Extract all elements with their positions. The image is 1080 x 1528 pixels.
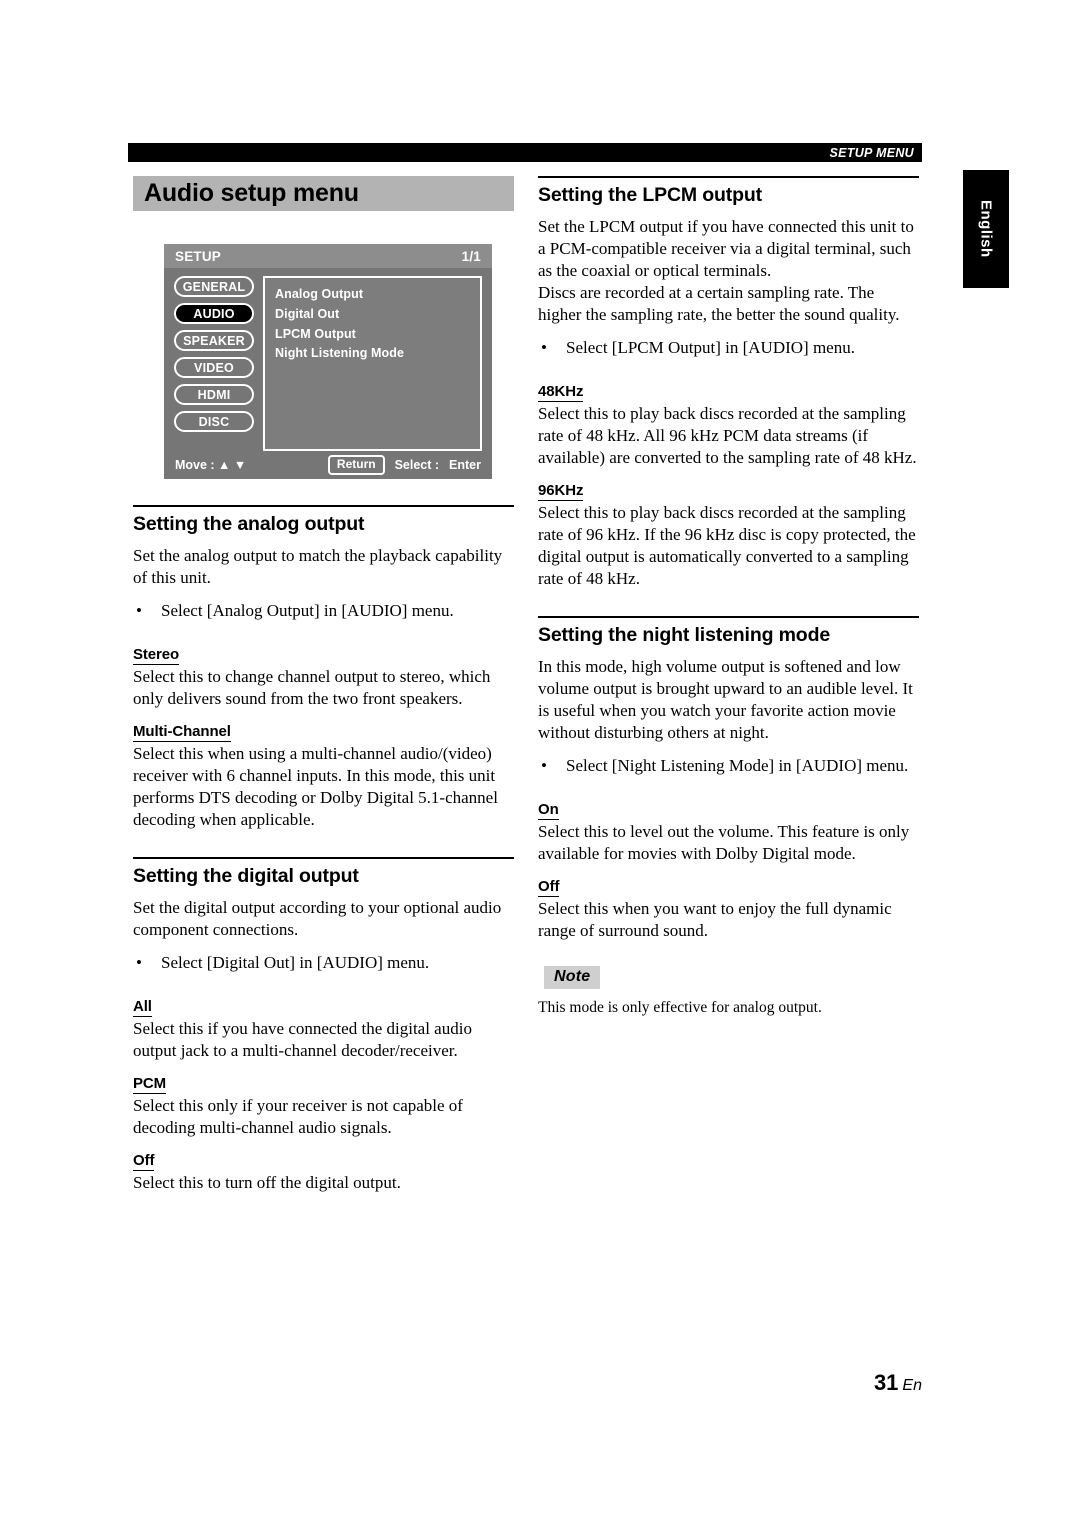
osd-return-key: Return [327,455,385,475]
bullet-dot-icon: • [136,952,142,972]
osd-nav-hdmi: HDMI [174,384,254,405]
option-term-pcm: PCM [133,1074,167,1094]
language-tab-label: English [977,200,995,258]
section-rule [133,856,514,859]
osd-title-label: SETUP [175,248,222,264]
option-pcm: PCM Select this only if your receiver is… [133,1062,514,1139]
osd-screenshot-figure: SETUP 1/1 GENERAL AUDIO SPEAKER VIDEO HD… [164,244,492,479]
heading-lpcm-output: Setting the LPCM output [538,184,763,206]
night-bullet: • Select [Night Listening Mode] in [AUDI… [538,755,919,777]
option-on: On Select this to level out the volume. … [538,788,919,865]
page-folio: 31 En [874,1370,922,1396]
osd-move-hint: Move : ▲ ▼ [175,458,247,472]
chapter-title-band: Audio setup menu [133,176,514,211]
section-digital-output: Setting the digital output Set the digit… [133,856,514,1194]
osd-select-hint: Select : [394,458,440,472]
digital-intro-text: Set the digital output according to your… [133,897,502,939]
note-text: This mode is only effective for analog o… [538,998,822,1016]
running-head-bar: SETUP MENU [128,143,922,162]
osd-menu-item-lpcm-output: LPCM Output [275,326,356,341]
osd-screen: SETUP 1/1 GENERAL AUDIO SPEAKER VIDEO HD… [164,244,492,479]
option-term-96khz: 96KHz [538,481,584,501]
bullet-dot-icon: • [541,337,547,357]
option-off-night: Off Select this when you want to enjoy t… [538,865,919,942]
option-text-pcm: Select this only if your receiver is not… [133,1095,463,1137]
osd-category-nav: GENERAL AUDIO SPEAKER VIDEO HDMI DISC [174,276,254,451]
osd-title-bar: SETUP 1/1 [164,244,492,268]
lpcm-bullet-text: Select [LPCM Output] in [AUDIO] menu. [566,337,855,357]
osd-footer-bar: Move : ▲ ▼ Return Select : Enter [164,451,492,479]
page-title: Audio setup menu [144,179,359,207]
option-off-digital: Off Select this to turn off the digital … [133,1139,514,1194]
option-48khz: 48KHz Select this to play back discs rec… [538,370,919,469]
osd-nav-video: VIDEO [174,357,254,378]
bullet-dot-icon: • [136,600,142,620]
digital-bullet-text: Select [Digital Out] in [AUDIO] menu. [161,952,430,972]
lpcm-intro-text-2: Discs are recorded at a certain sampling… [538,282,900,324]
section-rule [538,176,919,178]
bullet-dot-icon: • [541,755,547,775]
option-text-all: Select this if you have connected the di… [133,1018,472,1060]
heading-analog-output: Setting the analog output [133,513,365,535]
folio-number: 31 [873,1370,899,1395]
option-term-off-night: Off [538,877,560,897]
heading-digital-output: Setting the digital output [133,864,359,887]
language-tab: English [963,170,1009,288]
option-term-multi-channel: Multi-Channel [133,722,231,742]
osd-menu-panel: Analog Output Digital Out LPCM Output Ni… [263,276,482,451]
option-text-on: Select this to level out the volume. Thi… [538,821,910,863]
option-text-off-digital: Select this to turn off the digital outp… [133,1172,401,1192]
night-intro-text: In this mode, high volume output is soft… [538,656,913,742]
option-term-48khz: 48KHz [538,382,584,402]
osd-menu-item-analog-output: Analog Output [275,287,364,301]
digital-bullet: • Select [Digital Out] in [AUDIO] menu. [133,952,514,974]
osd-menu-item-night-listening-mode: Night Listening Mode [275,346,405,361]
option-term-stereo: Stereo [133,645,180,665]
option-text-96khz: Select this to play back discs recorded … [538,502,916,588]
osd-body: GENERAL AUDIO SPEAKER VIDEO HDMI DISC An… [164,268,492,451]
section-rule [133,505,514,507]
analog-intro-text: Set the analog output to match the playb… [133,545,503,587]
running-head-label: SETUP MENU [829,145,914,160]
lpcm-bullet: • Select [LPCM Output] in [AUDIO] menu. [538,337,919,359]
section-lpcm-output: Setting the LPCM output Set the LPCM out… [538,176,919,590]
folio-language: En [902,1377,922,1394]
left-column: Audio setup menu SETUP 1/1 GENERAL AUDIO… [133,176,514,1194]
analog-bullet: • Select [Analog Output] in [AUDIO] menu… [133,600,514,622]
option-text-multi-channel: Select this when using a multi-channel a… [133,743,498,829]
option-text-48khz: Select this to play back discs recorded … [538,403,917,467]
option-term-on: On [538,800,559,820]
option-term-off-digital: Off [133,1151,155,1171]
osd-nav-speaker: SPEAKER [174,330,254,351]
lpcm-intro-text: Set the LPCM output if you have connecte… [538,216,914,280]
osd-nav-general: GENERAL [174,276,254,297]
option-text-stereo: Select this to change channel output to … [133,666,491,708]
osd-menu-item-digital-out: Digital Out [275,306,340,321]
osd-page-indicator: 1/1 [461,248,481,264]
osd-enter-hint: Enter [449,458,481,472]
option-all: All Select this if you have connected th… [133,985,514,1062]
night-bullet-text: Select [Night Listening Mode] in [AUDIO]… [566,755,909,775]
osd-nav-audio: AUDIO [174,303,254,324]
section-analog-output: Setting the analog output Set the analog… [133,505,514,831]
note-block: Note This mode is only effective for ana… [538,942,919,1018]
section-rule [538,615,919,618]
osd-nav-disc: DISC [174,411,254,432]
option-text-off-night: Select this when you want to enjoy the f… [538,898,892,940]
heading-night-listening-mode: Setting the night listening mode [538,623,831,646]
section-night-listening-mode: Setting the night listening mode In this… [538,615,919,1018]
analog-bullet-text: Select [Analog Output] in [AUDIO] menu. [161,600,454,620]
option-multi-channel: Multi-Channel Select this when using a m… [133,710,514,831]
option-term-all: All [133,997,152,1017]
option-stereo: Stereo Select this to change channel out… [133,633,514,710]
option-96khz: 96KHz Select this to play back discs rec… [538,469,919,590]
right-column: Setting the LPCM output Set the LPCM out… [538,176,919,1018]
note-badge: Note [544,965,601,989]
